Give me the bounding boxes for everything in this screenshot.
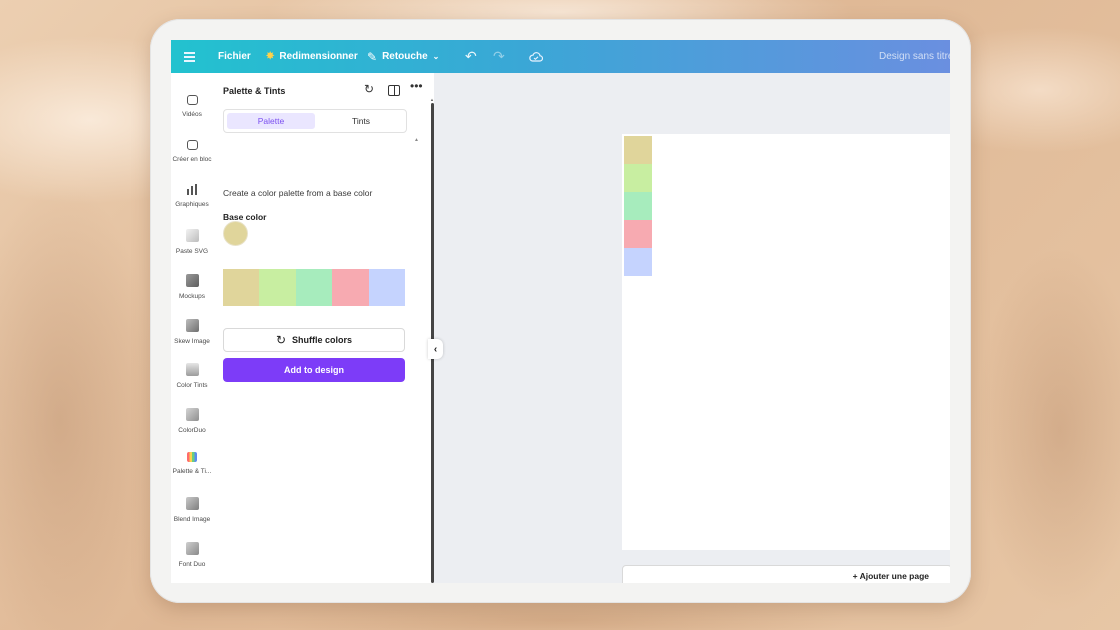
refresh-icon[interactable]: ↻ (364, 82, 374, 96)
rail-item-blend-image[interactable]: Blend Image (171, 497, 213, 523)
rail-item-paste-svg[interactable]: Paste SVG (171, 229, 213, 255)
rail-item-label: ColorDuo (178, 427, 206, 434)
palette-tints-icon (187, 452, 197, 462)
rail-item-colorduo[interactable]: ColorDuo (171, 408, 213, 434)
add-to-design-button[interactable]: Add to design (223, 358, 405, 382)
paste-svg-icon (185, 229, 199, 242)
rail-item-label: Font Duo (178, 561, 206, 568)
add-page-button[interactable]: + Ajouter une page (622, 565, 950, 583)
chevron-down-icon: ⌄ (432, 52, 440, 61)
resize-button[interactable]: ✸ Redimensionner (266, 40, 358, 73)
palette-tints-panel: Palette & Tints ↻ ••• Palette Tints ▲ Cr… (213, 73, 431, 583)
panel-title: Palette & Tints (223, 86, 286, 96)
app-screen: Fichier ✸ Redimensionner ✎ Retouche ⌄ ↶ … (171, 40, 950, 583)
crown-icon: ✸ (266, 51, 275, 62)
more-options-icon[interactable]: ••• (410, 79, 423, 93)
page-swatch[interactable] (624, 248, 652, 276)
redo-icon[interactable]: ↷ (493, 40, 505, 73)
scroll-up-icon[interactable]: ▲ (414, 137, 419, 143)
base-color-label: Base color (223, 212, 267, 222)
blend-image-icon (185, 497, 199, 510)
rail-item-label: Mockups (178, 293, 205, 300)
resize-label: Redimensionner (279, 51, 358, 62)
rail-item-palette-tints[interactable]: Palette & Ti... (171, 452, 213, 475)
rail-item-videos[interactable]: Vidéos (171, 95, 213, 118)
rail-item-label: Vidéos (182, 111, 202, 118)
page-swatch[interactable] (624, 136, 652, 164)
pencil-icon: ✎ (367, 49, 378, 64)
menu-icon[interactable] (184, 40, 198, 73)
top-bar: Fichier ✸ Redimensionner ✎ Retouche ⌄ ↶ … (171, 40, 950, 73)
rail-item-label: Créer en bloc (172, 156, 212, 163)
canvas-area: + Ajouter une page (434, 73, 950, 583)
colorduo-icon (185, 408, 199, 421)
base-color-swatch[interactable] (223, 221, 248, 246)
design-title[interactable]: Design sans titre (879, 40, 950, 73)
apps-rail: Vidéos Créer en bloc Graphiques Paste SV… (171, 73, 213, 583)
shuffle-colors-button[interactable]: ↻ Shuffle colors (223, 328, 405, 352)
cloud-save-icon[interactable] (529, 40, 543, 73)
rail-item-bulk-create[interactable]: Créer en bloc (171, 140, 213, 163)
bulk-create-icon (186, 140, 198, 150)
skew-image-icon (185, 319, 199, 332)
shuffle-icon: ↻ (275, 333, 287, 347)
file-menu[interactable]: Fichier (218, 40, 251, 73)
panel-description: Create a color palette from a base color (223, 188, 373, 198)
palette-swatch[interactable] (259, 269, 296, 306)
rail-item-font-duo[interactable]: Font Duo (171, 542, 213, 568)
collapse-panel-icon[interactable]: ‹ (428, 339, 443, 359)
rail-item-color-tints[interactable]: Color Tints (171, 363, 213, 389)
page-swatch[interactable] (624, 220, 652, 248)
page-swatch[interactable] (624, 192, 652, 220)
file-menu-label: Fichier (218, 51, 251, 62)
palette-swatch[interactable] (223, 269, 260, 306)
panel-tabs: Palette Tints (223, 109, 407, 133)
rail-item-label: Color Tints (176, 382, 208, 389)
font-duo-icon (185, 542, 199, 555)
rail-item-label: Paste SVG (175, 248, 209, 255)
shuffle-label: Shuffle colors (292, 335, 353, 345)
rail-item-label: Palette & Ti... (172, 468, 212, 475)
palette-swatch[interactable] (368, 269, 406, 306)
rail-item-label: Skew Image (174, 338, 210, 345)
tab-palette[interactable]: Palette (227, 113, 315, 129)
rail-item-skew-image[interactable]: Skew Image (171, 319, 213, 345)
retouch-label: Retouche (382, 51, 428, 62)
palette-swatch[interactable] (295, 269, 333, 306)
sidebar-toggle-icon[interactable] (388, 85, 400, 96)
undo-icon[interactable]: ↶ (465, 40, 477, 73)
chart-icon (186, 184, 198, 195)
page-palette[interactable] (624, 136, 652, 276)
rail-item-label: Graphiques (175, 201, 209, 208)
retouch-menu[interactable]: ✎ Retouche ⌄ (367, 40, 439, 73)
rail-item-charts[interactable]: Graphiques (171, 184, 213, 208)
rail-item-mockups[interactable]: Mockups (171, 274, 213, 300)
video-icon (186, 95, 198, 105)
mockups-icon (185, 274, 199, 287)
page-swatch[interactable] (624, 164, 652, 192)
tab-tints[interactable]: Tints (317, 113, 405, 129)
rail-item-label: Blend Image (173, 516, 211, 523)
design-page[interactable] (622, 134, 950, 550)
palette-swatch[interactable] (332, 269, 369, 306)
color-tints-icon (185, 363, 199, 376)
palette-strip (223, 269, 406, 306)
